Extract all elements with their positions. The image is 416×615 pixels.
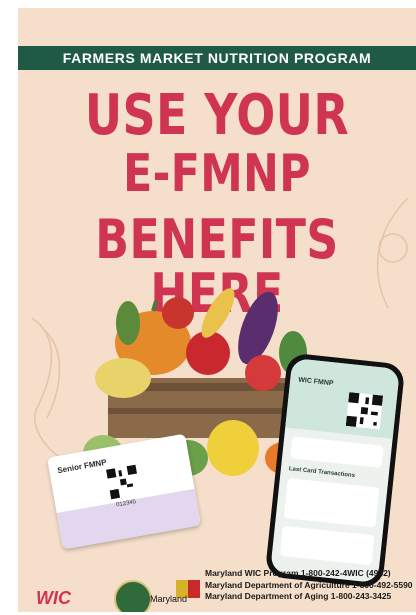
agriculture-seal (114, 580, 152, 612)
contact-wic: Maryland WIC Program 1-800-242-4WIC (494… (205, 568, 391, 578)
card-qr-code (105, 464, 141, 500)
phone-qr-code (345, 392, 384, 430)
maryland-logo-text: Maryland (150, 594, 188, 604)
contact-agriculture: Maryland Department of Agriculture 1-800… (205, 579, 413, 590)
phone-mockup: WIC FMNP Last Card Transactions (264, 352, 406, 589)
poster: FARMERS MARKET NUTRITION PROGRAM USE YOU… (18, 8, 416, 612)
program-banner: FARMERS MARKET NUTRITION PROGRAM (18, 46, 416, 70)
contact-aging: Maryland Department of Aging 1-800-243-3… (205, 591, 392, 601)
squash (95, 358, 151, 398)
wic-logo: WIC (36, 588, 71, 608)
headline-line-2: E-FMNP (123, 144, 311, 204)
phone-balance-card (290, 436, 384, 468)
card-title: Senior FMNP (56, 457, 108, 476)
phone-screen: WIC FMNP Last Card Transactions (270, 357, 400, 584)
contact-list: Maryland WIC Program 1-800-242-4WIC (494… (205, 568, 413, 603)
yellow-pepper (207, 420, 259, 476)
phone-section-title: Last Card Transactions (288, 466, 356, 480)
headline-line-1: USE YOUR (84, 83, 350, 148)
tomato (186, 331, 230, 375)
card-stripe (56, 488, 202, 550)
phone-transactions-list (283, 478, 380, 528)
phone-transactions-list-2 (279, 525, 375, 566)
